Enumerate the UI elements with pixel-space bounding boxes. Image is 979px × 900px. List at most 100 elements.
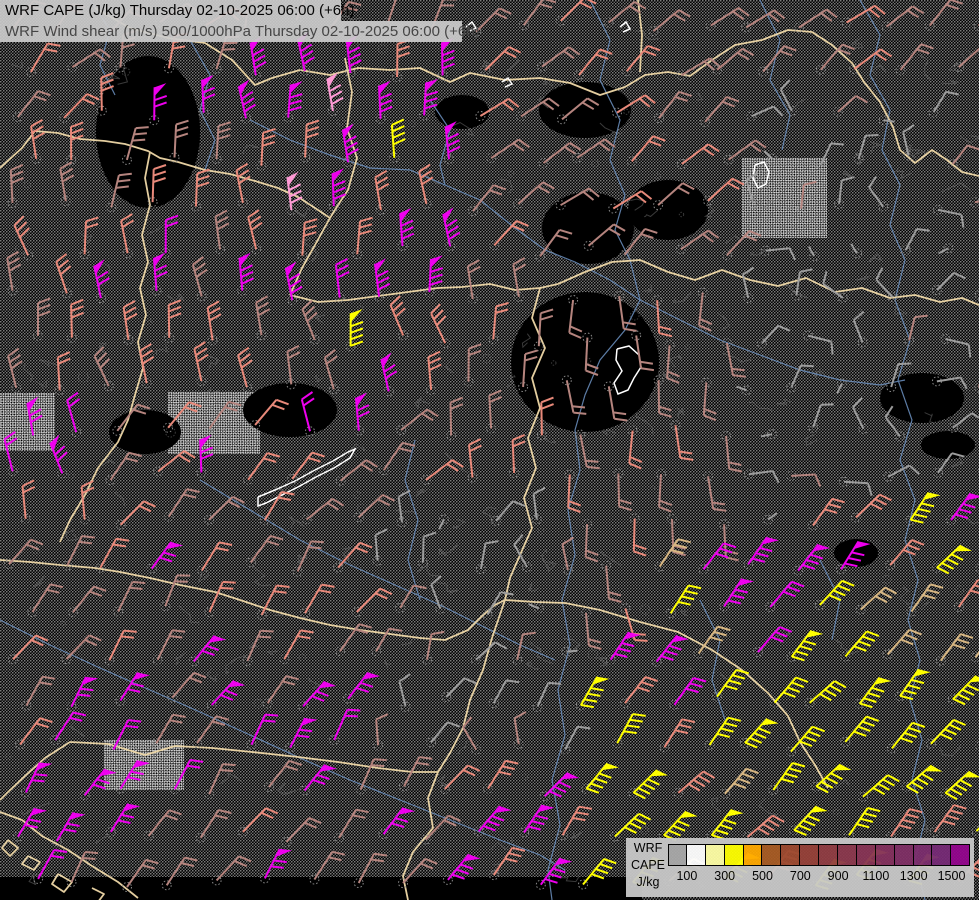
wind-barb [613, 714, 646, 748]
wind-barb [8, 165, 23, 208]
wind-barb [379, 443, 415, 475]
legend-label-cape: CAPE [626, 859, 670, 872]
wind-barb [902, 765, 942, 793]
wind-barb [216, 211, 229, 254]
wind-barb [901, 229, 930, 255]
wind-barb [744, 470, 778, 483]
wind-barb [193, 257, 207, 301]
wind-barb [764, 151, 777, 163]
wind-barb [971, 630, 979, 662]
wind-barb [787, 631, 823, 662]
wind-barb [747, 107, 782, 121]
wind-barb [114, 582, 146, 616]
wind-barb [147, 542, 183, 573]
wind-barb [490, 221, 529, 250]
wind-barb [354, 495, 394, 522]
wind-barb [422, 460, 464, 484]
wind-barb [556, 0, 596, 25]
wind-barb [582, 608, 602, 649]
wind-barb [851, 244, 861, 258]
wind-barb [354, 393, 369, 436]
wind-barb [28, 584, 63, 616]
wind-barb [105, 631, 137, 665]
wind-barb [191, 170, 209, 211]
legend-tick-label: 500 [752, 869, 773, 883]
wind-barb [280, 630, 314, 663]
wind-barb [976, 714, 979, 751]
wind-barb [334, 543, 372, 572]
wind-barb [809, 404, 834, 432]
wind-barb [628, 426, 642, 468]
wind-barb [205, 582, 236, 617]
legend-cell [914, 844, 933, 866]
wind-barb [797, 182, 817, 213]
wind-barb [854, 312, 867, 347]
legend-cell [857, 844, 876, 866]
wind-barb [701, 97, 739, 126]
wind-barb [533, 683, 561, 711]
wind-barb [68, 587, 106, 617]
wind-barb [905, 316, 928, 345]
wind-barb [629, 770, 668, 798]
wind-barb [50, 435, 67, 478]
wind-barb [199, 75, 215, 117]
wind-barb [391, 296, 408, 340]
wind-barb [463, 717, 481, 754]
wind-barb [438, 38, 455, 80]
wind-barb [781, 80, 797, 115]
wind-barb [193, 716, 229, 747]
weather-map-canvas: WRF CAPE (J/kg) Thursday 02-10-2025 06:0… [0, 0, 979, 900]
wind-barb [399, 674, 410, 711]
wind-barb [440, 766, 480, 794]
wind-barb [205, 497, 245, 524]
wind-barb [483, 592, 513, 619]
wind-barb [425, 255, 443, 296]
wind-barb [705, 718, 741, 750]
wind-barb [704, 472, 727, 511]
wind-barb [896, 669, 931, 701]
wind-barb [724, 140, 766, 164]
wind-barb [837, 379, 846, 393]
wind-barb [300, 765, 337, 795]
legend-cell [706, 844, 725, 866]
wind-barb [657, 470, 672, 512]
wind-barb [906, 493, 941, 525]
wind-barb [974, 4, 979, 30]
wind-barb [336, 460, 377, 485]
legend-tick-label: 1100 [862, 869, 889, 883]
wind-barb [744, 537, 779, 569]
wind-barb [286, 718, 318, 752]
wind-barb [665, 341, 680, 383]
wind-barb [421, 816, 460, 844]
wind-barb [244, 453, 280, 484]
wind-barb [972, 809, 979, 836]
wind-barb [887, 723, 925, 753]
wind-barb [583, 520, 599, 562]
wind-barb [9, 635, 48, 663]
wind-barb [932, 273, 965, 295]
wind-barb [539, 143, 581, 168]
wind-barb [468, 439, 481, 482]
wind-barb [653, 296, 672, 337]
wind-barb [761, 430, 776, 439]
wind-barb [855, 678, 891, 709]
wind-barb [787, 471, 821, 486]
wind-barb [513, 633, 536, 665]
wind-barb [168, 673, 206, 702]
wind-barb [329, 168, 345, 210]
wind-barb [698, 288, 711, 331]
wind-barb [853, 398, 868, 434]
wind-barb [576, 677, 609, 710]
wind-barb [934, 205, 964, 227]
wind-barb [841, 631, 879, 661]
wind-barb [649, 10, 690, 35]
wind-barb [720, 520, 739, 561]
wind-barb [418, 533, 436, 568]
legend-cell [800, 844, 819, 866]
wind-barb [26, 44, 60, 77]
wind-barb [489, 303, 509, 344]
wind-barb [840, 477, 872, 495]
legend-cell [819, 844, 838, 866]
legend-tick-label: 700 [790, 869, 811, 883]
wind-barb [655, 92, 692, 123]
